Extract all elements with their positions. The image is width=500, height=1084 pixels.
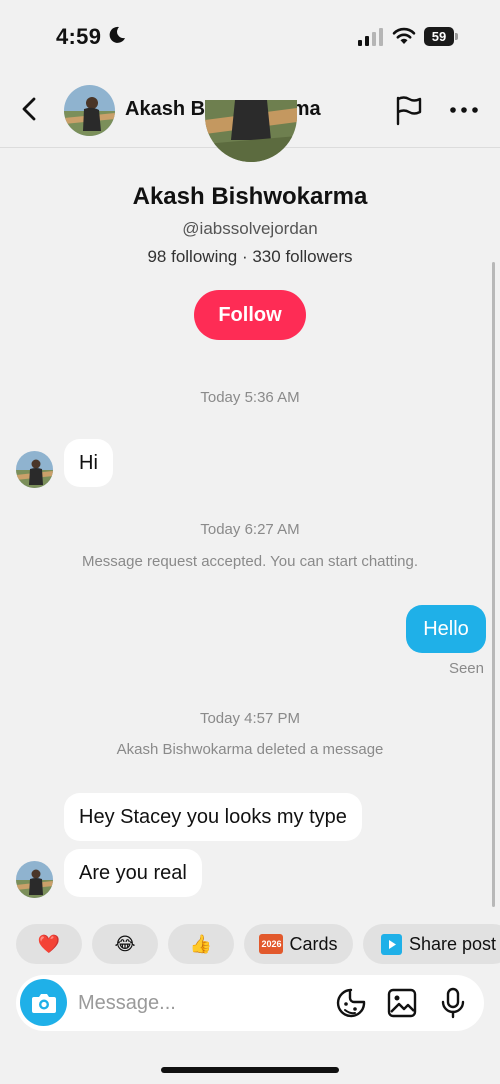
camera-icon [31, 993, 56, 1013]
share-post-label: Share post [409, 933, 497, 954]
profile-stats: 98 following · 330 followers [147, 247, 353, 266]
status-time: 4:59 [56, 24, 102, 49]
calendar-icon: 2026 [259, 934, 284, 954]
wifi-icon [392, 27, 416, 44]
profile-handle: @iabssolvejordan [182, 219, 318, 238]
timestamp: Today 6:27 AM [200, 521, 300, 538]
mic-icon[interactable] [437, 987, 469, 1019]
quick-reply-heart[interactable]: ❤️ [16, 924, 82, 964]
back-icon[interactable] [14, 92, 44, 126]
camera-button[interactable] [20, 979, 67, 1026]
home-indicator[interactable] [161, 1067, 339, 1073]
sender-avatar[interactable] [16, 861, 53, 898]
quick-reply-laugh[interactable]: 😂 [92, 924, 158, 964]
cards-label: Cards [289, 933, 338, 954]
moon-icon [109, 26, 125, 43]
battery-level: 59 [424, 27, 454, 46]
image-icon[interactable] [386, 987, 418, 1019]
thumbs-up-emoji: 👍 [189, 933, 213, 954]
quick-reply-share-post[interactable]: Share post [363, 924, 500, 964]
quick-reply-thumbs[interactable]: 👍 [168, 924, 234, 964]
flag-icon[interactable] [392, 94, 424, 126]
message-bubble-incoming[interactable]: Are you real [64, 849, 202, 897]
timestamp: Today 4:57 PM [199, 710, 301, 727]
message-bubble-outgoing[interactable]: Hello [406, 605, 486, 653]
scrollbar[interactable] [492, 262, 495, 907]
more-icon[interactable] [448, 98, 480, 122]
message-composer [16, 975, 484, 1031]
quick-reply-cards[interactable]: 2026 Cards [244, 924, 353, 964]
timestamp: Today 5:36 AM [200, 389, 300, 406]
battery-tip [455, 33, 458, 40]
message-input[interactable] [78, 987, 328, 1019]
status-bar: 4:59 59 [0, 0, 500, 70]
battery-indicator: 59 [424, 27, 458, 46]
sender-avatar[interactable] [16, 451, 53, 488]
signal-icon [358, 28, 383, 46]
profile-name: Akash Bishwokarma [132, 183, 368, 210]
header-avatar[interactable] [64, 85, 115, 136]
system-message: Akash Bishwokarma deleted a message [116, 741, 384, 758]
laugh-emoji: 😂 [114, 933, 136, 954]
quick-reply-row: ❤️ 😂 👍 2026 Cards Share post [16, 924, 500, 964]
message-bubble-incoming[interactable]: Hi [64, 439, 113, 487]
seen-status: Seen [448, 660, 484, 677]
profile-avatar[interactable] [205, 100, 297, 162]
heart-emoji: ❤️ [37, 933, 61, 954]
sticker-icon[interactable] [335, 987, 367, 1019]
system-message: Message request accepted. You can start … [81, 553, 419, 570]
follow-button[interactable]: Follow [194, 290, 306, 340]
play-icon [381, 933, 402, 955]
message-bubble-incoming[interactable]: Hey Stacey you looks my type [64, 793, 362, 841]
